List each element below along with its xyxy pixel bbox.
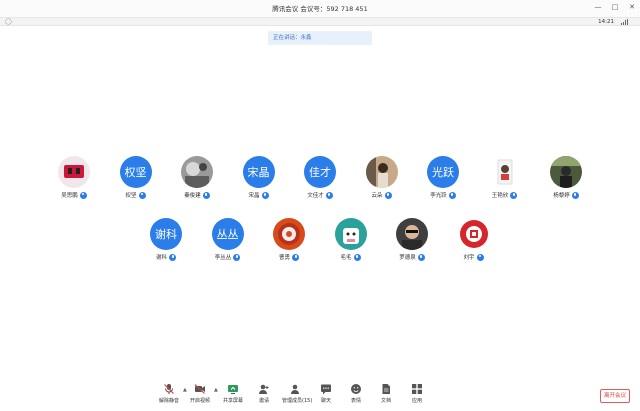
participant-tile[interactable]: 王艳欣 <box>480 156 530 199</box>
participant-name: 李丛丛 <box>214 255 232 261</box>
emoji-icon <box>350 383 362 395</box>
participant-tile[interactable]: 罗德泉 <box>387 218 437 261</box>
close-icon[interactable]: ✕ <box>628 3 636 11</box>
signal-icon[interactable] <box>621 19 628 25</box>
avatar: 佳才 <box>304 156 336 188</box>
avatar <box>457 218 490 250</box>
participant-name: 曹勇 <box>278 255 290 261</box>
participant-name: 杨黎婷 <box>553 193 570 199</box>
avatar <box>365 156 398 188</box>
mic-status-icon <box>510 191 518 199</box>
participant-name: 王艳欣 <box>491 193 509 199</box>
apps-button[interactable]: 应用 <box>404 383 430 404</box>
video-options-caret-icon[interactable]: ▲ <box>214 387 218 393</box>
avatar <box>273 218 305 250</box>
video-off-icon <box>194 383 206 395</box>
participant-tile[interactable]: 毛毛 <box>326 218 376 261</box>
avatar: 丛丛 <box>211 218 244 250</box>
participant-name: 李光跃 <box>430 193 447 199</box>
participant-tile[interactable]: 吴思鹏 <box>49 156 99 199</box>
avatar <box>488 156 521 188</box>
participant-name: 云朵 <box>371 193 383 199</box>
manage-participants-button[interactable]: 管理成员(15) <box>282 383 312 404</box>
mic-status-icon <box>384 191 392 199</box>
user-badge-icon <box>138 191 146 199</box>
participant-tile[interactable]: 佳才 文佳才 <box>295 156 345 199</box>
avatar <box>396 218 428 250</box>
docs-button[interactable]: 文档 <box>373 383 399 404</box>
participant-name: 罗德泉 <box>399 255 416 261</box>
participant-tile[interactable]: 谢科 谢科 <box>141 218 191 261</box>
avatar: 谢科 <box>150 218 182 250</box>
leave-meeting-button[interactable]: 离开会议 <box>600 389 630 403</box>
unmute-button[interactable]: 解除静音 <box>156 383 182 404</box>
avatar: 宋晶 <box>242 156 275 188</box>
participant-name: 文佳才 <box>307 193 324 199</box>
participant-tile[interactable]: 丛丛 李丛丛 <box>203 218 253 261</box>
chat-icon <box>320 383 332 395</box>
mic-status-icon <box>202 191 210 199</box>
window-controls: — □ ✕ <box>594 3 636 11</box>
invite-button[interactable]: 邀请 <box>251 383 277 404</box>
participant-name: 吴思鹏 <box>61 193 78 199</box>
participant-name: 权坚 <box>125 193 137 199</box>
title-bar: 腾讯会议 会议号：592 718 451 — □ ✕ <box>0 0 640 17</box>
user-badge-icon <box>79 191 87 199</box>
share-screen-icon <box>227 383 239 395</box>
meeting-toolbar: 解除静音 ▲ 开启视频 ▲ 共享屏幕 邀请 管理成员(15) 聊天 表情 文档 … <box>0 381 640 411</box>
meeting-clock: 14:21 <box>598 19 614 25</box>
mic-status-icon <box>417 253 425 261</box>
document-icon <box>380 383 392 395</box>
participant-tile[interactable]: 秦俊建 <box>172 156 222 199</box>
apps-grid-icon <box>411 383 423 395</box>
shield-icon[interactable]: ◯ <box>5 18 12 26</box>
mic-status-icon <box>292 253 299 261</box>
share-screen-button[interactable]: 共享屏幕 <box>220 383 246 404</box>
avatar <box>181 156 213 188</box>
minimize-icon[interactable]: — <box>594 3 602 11</box>
info-bar: ◯ 14:21 <box>0 17 640 26</box>
mic-status-icon <box>261 191 269 199</box>
participant-name: 宋晶 <box>248 193 260 199</box>
participant-tile[interactable]: 云朵 <box>357 156 407 199</box>
reactions-button[interactable]: 表情 <box>343 383 369 404</box>
participant-tile[interactable]: 权坚 权坚 <box>111 156 161 199</box>
speaking-banner: 正在讲话：永鑫 <box>268 31 372 45</box>
mic-status-icon <box>233 253 241 261</box>
avatar <box>550 156 582 188</box>
avatar: 光跃 <box>427 156 459 188</box>
participant-tile[interactable]: 宋晶 宋晶 <box>234 156 284 199</box>
participant-tile[interactable]: 曹勇 <box>264 218 314 261</box>
mic-status-icon <box>169 253 176 261</box>
avatar: 权坚 <box>119 156 152 188</box>
mic-status-icon <box>571 191 579 199</box>
window-title: 腾讯会议 会议号：592 718 451 <box>272 5 368 13</box>
mic-status-icon <box>325 191 333 199</box>
avatar <box>58 156 90 188</box>
start-video-button[interactable]: 开启视频 <box>187 383 213 404</box>
participant-name: 谢科 <box>155 255 167 261</box>
mic-muted-icon <box>163 383 175 395</box>
participant-tile[interactable]: 光跃 李光跃 <box>418 156 468 199</box>
participants-icon <box>289 383 301 395</box>
participant-name: 秦俊建 <box>184 193 201 199</box>
mic-status-icon <box>353 253 361 261</box>
participant-name: 毛毛 <box>340 255 352 261</box>
participant-tile[interactable]: 刘宇 <box>449 218 499 261</box>
add-user-icon <box>258 383 270 395</box>
participant-name: 刘宇 <box>463 255 475 261</box>
mic-status-icon <box>448 191 456 199</box>
avatar <box>334 218 367 250</box>
chat-button[interactable]: 聊天 <box>313 383 339 404</box>
user-badge-icon <box>476 253 484 261</box>
participant-tile[interactable]: 杨黎婷 <box>541 156 591 199</box>
maximize-icon[interactable]: □ <box>611 3 619 11</box>
